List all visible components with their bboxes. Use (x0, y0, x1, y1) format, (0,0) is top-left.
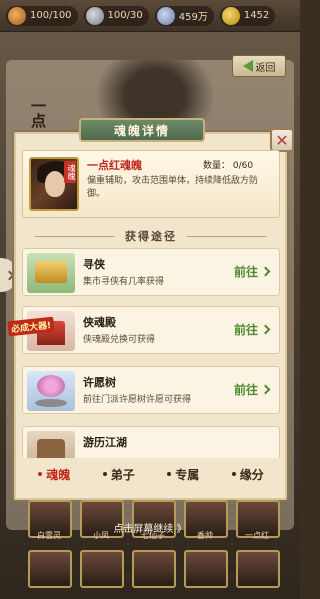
item-description: 偏重辅助，攻击范围单体，持续降低敌方防御。 (87, 176, 259, 199)
tab-label: 缘分 (239, 467, 264, 482)
way-title: 侠魂殿 (83, 316, 116, 329)
tab-dot (102, 472, 107, 476)
way-item-tree[interactable]: 许愿树 前往门派许愿树许愿可获得 前往 (22, 366, 280, 414)
soul-tag: 魂魄 (64, 161, 76, 183)
character-thumb[interactable] (28, 550, 72, 588)
silver-icon (85, 6, 104, 25)
tab-label: 专属 (175, 467, 200, 482)
character-thumb[interactable] (80, 550, 124, 588)
tab-dot (167, 472, 172, 476)
chevron-right-icon (260, 266, 271, 277)
tab-dot (38, 472, 43, 476)
continue-hint[interactable]: 点击屏幕继续 》 (0, 520, 300, 535)
character-thumb[interactable] (236, 550, 280, 588)
way-item-search[interactable]: 寻侠 集市寻侠有几率获得 前往 (22, 248, 280, 296)
character-strip: 白雪灵 小凤 七仙子 香帅 一点红 (0, 500, 300, 599)
gold-icon (221, 6, 240, 25)
tree-icon (27, 371, 75, 411)
background-side-text: 一点 (29, 98, 47, 128)
back-button[interactable]: 返回 (232, 55, 286, 77)
character-thumb[interactable] (184, 550, 228, 588)
item-quantity: 数量： 0/60 (203, 158, 253, 171)
detail-tabs: 魂魄 弟子 专属 缘分 (22, 462, 280, 486)
way-title: 许愿树 (83, 376, 116, 389)
item-portrait: 魂魄 (29, 157, 79, 211)
character-thumb[interactable] (132, 550, 176, 588)
quantity-value: 0/60 (232, 161, 254, 171)
back-arrow-icon (242, 60, 253, 72)
way-title: 游历江湖 (83, 436, 127, 449)
go-label: 前往 (233, 323, 258, 337)
resource-value: 100/100 (30, 10, 72, 21)
resource-energy[interactable]: 100/100 (6, 5, 78, 26)
acquire-way-list[interactable]: 寻侠 集市寻侠有几率获得 前往 侠魂殿 侠魂殿兑换可获得 前往 许愿树 前往门派… (22, 248, 280, 458)
way-subtitle: 侠魂殿兑换可获得 (83, 335, 156, 345)
way-item-hall[interactable]: 侠魂殿 侠魂殿兑换可获得 前往 (22, 306, 280, 354)
close-icon: ✕ (275, 130, 289, 150)
resource-coin[interactable]: 459万 (154, 5, 214, 26)
tab-dot (231, 472, 236, 476)
close-button[interactable]: ✕ (270, 128, 294, 152)
way-subtitle: 前往门派许愿树许愿可获得 (83, 395, 192, 405)
resource-bar: 100/100 100/30 459万 1452 (0, 0, 300, 32)
tab-disciple[interactable]: 弟子 (102, 466, 135, 483)
go-label: 前往 (233, 383, 258, 397)
coin-icon (156, 6, 175, 25)
chevron-right-icon (260, 324, 271, 335)
divider (35, 235, 115, 237)
chevron-right-icon (260, 384, 271, 395)
back-label: 返回 (255, 62, 276, 74)
way-subtitle: 集市寻侠有几率获得 (83, 277, 165, 287)
resource-value: 459万 (178, 12, 208, 23)
tab-soul[interactable]: 魂魄 (38, 466, 70, 483)
portrait-face (45, 171, 65, 197)
tab-exclusive[interactable]: 专属 (167, 466, 199, 483)
quantity-label: 数量： (203, 161, 231, 171)
section-title: 获得途径 (22, 228, 280, 244)
resource-silver[interactable]: 100/30 (83, 5, 149, 26)
travel-icon (27, 431, 75, 458)
tab-label: 弟子 (110, 467, 135, 482)
energy-icon (8, 6, 26, 25)
item-name: 一点红魂魄 (87, 159, 142, 172)
tab-fate[interactable]: 缘分 (231, 466, 264, 483)
resource-value: 100/30 (107, 10, 143, 21)
search-icon (27, 253, 75, 293)
go-button[interactable]: 前往 (233, 321, 271, 338)
go-button[interactable]: 前往 (233, 263, 271, 280)
way-item-travel[interactable]: 游历江湖 (22, 426, 280, 458)
divider (187, 235, 267, 237)
resource-gold[interactable]: 1452 (219, 5, 276, 26)
tab-label: 魂魄 (46, 467, 71, 482)
item-card: 魂魄 一点红魂魄 数量： 0/60 偏重辅助，攻击范围单体，持续降低敌方防御。 (22, 150, 280, 218)
way-title: 寻侠 (83, 258, 105, 271)
go-button[interactable]: 前往 (233, 381, 271, 398)
go-label: 前往 (233, 265, 258, 279)
modal-title: 魂魄详情 (79, 118, 205, 142)
resource-value: 1452 (243, 10, 270, 21)
section-title-text: 获得途径 (125, 230, 177, 243)
